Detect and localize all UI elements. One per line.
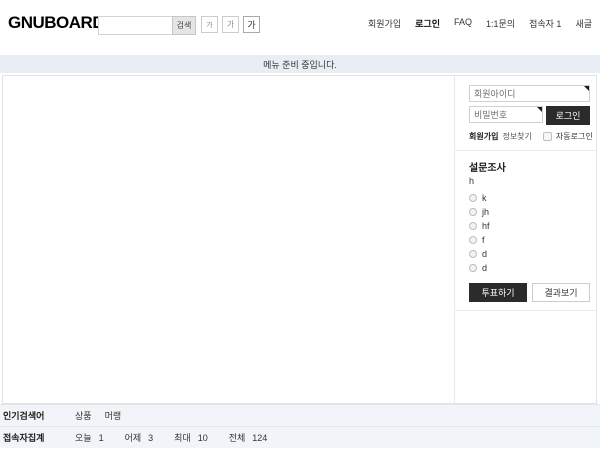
visitor-stats-items: 오늘 1 어제 3 최대 10 전체 124 xyxy=(75,431,288,444)
search-input[interactable] xyxy=(98,16,172,35)
header-nav: 회원가입 로그인 FAQ 1:1문의 접속자 1 새글 xyxy=(368,17,592,30)
required-corner-icon xyxy=(584,86,589,91)
visitor-stat-key: 오늘 xyxy=(75,433,92,443)
poll-box: 설문조사 h kjhhffdd 투표하기 결과보기 xyxy=(455,151,596,311)
nav-faq[interactable]: FAQ xyxy=(454,17,472,30)
nav-new-posts[interactable]: 새글 xyxy=(575,17,592,30)
login-box: 로그인 회원가입 정보찾기 자동로그인 xyxy=(455,76,596,151)
visitor-stat-value: 124 xyxy=(252,433,267,443)
popular-search-row: 인기검색어 상품 머랭 xyxy=(0,404,600,426)
font-size-button-2[interactable]: 가 xyxy=(222,16,239,33)
poll-option-label: d xyxy=(482,249,487,259)
visitor-stat: 어제 3 xyxy=(125,433,154,443)
poll-option-3[interactable]: hf xyxy=(469,219,590,233)
required-corner-icon xyxy=(537,107,542,112)
poll-question: h xyxy=(469,176,590,186)
password-input[interactable] xyxy=(469,106,543,123)
poll-option-label: hf xyxy=(482,221,490,231)
poll-option-4[interactable]: f xyxy=(469,233,590,247)
poll-title: 설문조사 xyxy=(469,159,590,174)
popular-search-item[interactable]: 상품 xyxy=(75,411,92,421)
search-button[interactable]: 검색 xyxy=(172,16,196,35)
radio-icon[interactable] xyxy=(469,208,477,216)
visitor-stat-value: 10 xyxy=(198,433,208,443)
auto-login-label: 자동로그인 xyxy=(556,131,593,142)
header: GNUBOARD5 검색 가가가 회원가입로그인FAQ1:1문의접속자 1새글 xyxy=(0,0,600,55)
member-id-input[interactable] xyxy=(469,85,590,102)
visitor-stat-value: 3 xyxy=(148,433,153,443)
nav-login[interactable]: 로그인 xyxy=(415,17,440,30)
nav-connect[interactable]: 접속자 1 xyxy=(529,17,561,30)
signup-link[interactable]: 회원가입 xyxy=(469,131,498,142)
poll-result-button[interactable]: 결과보기 xyxy=(532,283,590,302)
nav-qna[interactable]: 1:1문의 xyxy=(486,17,515,30)
poll-option-label: f xyxy=(482,235,485,245)
font-size-buttons: 가가가 xyxy=(201,16,260,33)
menu-placeholder-text: 메뉴 준비 중입니다. xyxy=(263,58,337,71)
font-size-button-1[interactable]: 가 xyxy=(201,16,218,33)
nav-signup[interactable]: 회원가입 xyxy=(368,17,401,30)
visitor-stats-label: 접속자집계 xyxy=(3,431,75,444)
visitor-stat: 오늘 1 xyxy=(75,433,104,443)
sidebar: 로그인 회원가입 정보찾기 자동로그인 설문조사 h kjhhffdd 투표하기… xyxy=(454,76,596,403)
login-button[interactable]: 로그인 xyxy=(546,106,590,125)
popular-search-item[interactable]: 머랭 xyxy=(105,411,122,421)
visitor-stat-key: 어제 xyxy=(125,433,142,443)
font-size-button-3[interactable]: 가 xyxy=(243,16,260,33)
poll-option-5[interactable]: d xyxy=(469,247,590,261)
radio-icon[interactable] xyxy=(469,222,477,230)
poll-option-label: k xyxy=(482,193,487,203)
popular-search-label: 인기검색어 xyxy=(3,409,75,422)
find-info-link[interactable]: 정보찾기 xyxy=(502,131,531,142)
visitor-stat: 최대 10 xyxy=(174,433,208,443)
poll-options: kjhhffdd xyxy=(469,191,590,275)
radio-icon[interactable] xyxy=(469,250,477,258)
visitor-stats-row: 접속자집계 오늘 1 어제 3 최대 10 전체 124 xyxy=(0,426,600,448)
main-content-empty xyxy=(3,76,454,403)
search-form: 검색 xyxy=(98,16,196,35)
poll-option-label: d xyxy=(482,263,487,273)
visitor-stat-key: 전체 xyxy=(229,433,246,443)
poll-option-6[interactable]: d xyxy=(469,261,590,275)
visitor-stat-value: 1 xyxy=(99,433,104,443)
radio-icon[interactable] xyxy=(469,194,477,202)
visitor-stat: 전체 124 xyxy=(229,433,268,443)
popular-search-items: 상품 머랭 xyxy=(75,409,134,422)
menu-bar: 메뉴 준비 중입니다. xyxy=(0,55,600,73)
poll-option-2[interactable]: jh xyxy=(469,205,590,219)
poll-option-1[interactable]: k xyxy=(469,191,590,205)
visitor-stat-key: 최대 xyxy=(174,433,191,443)
poll-option-label: jh xyxy=(482,207,489,217)
radio-icon[interactable] xyxy=(469,236,477,244)
main-area: 로그인 회원가입 정보찾기 자동로그인 설문조사 h kjhhffdd 투표하기… xyxy=(2,75,597,404)
vote-button[interactable]: 투표하기 xyxy=(469,283,527,302)
radio-icon[interactable] xyxy=(469,264,477,272)
auto-login-checkbox[interactable] xyxy=(543,132,552,141)
